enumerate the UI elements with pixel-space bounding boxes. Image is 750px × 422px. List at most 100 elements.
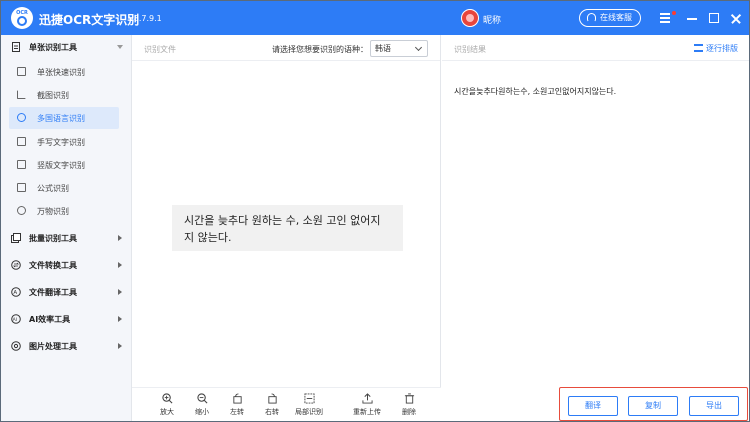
- sidebar-item-object[interactable]: 万物识别: [9, 200, 119, 222]
- result-text: 시간을늦추다원하는수, 소원고인없어지지않는다.: [454, 87, 617, 96]
- sidebar-group-label: 图片处理工具: [29, 342, 77, 351]
- preview-text: 시간을 늦추다 원하는 수, 소원 고인 없어지 지 않는다.: [184, 214, 381, 244]
- sidebar: 单张识别工具 单张快速识别 截图识别 多国语言识别 手写文字识别 竖版文字识别 …: [1, 35, 132, 421]
- sidebar-group-single[interactable]: 单张识别工具: [1, 35, 132, 59]
- source-panel: 识别文件 请选择您想要识别的语种： 韩语 시간을 늦추다 원하는 수, 소원 고…: [132, 35, 441, 421]
- result-panel: 识别结果 逐行排版 시간을늦추다원하는수, 소원고인없어지지않는다. 翻译 复制…: [442, 35, 749, 421]
- upload-icon: [361, 393, 373, 404]
- source-panel-title: 识别文件: [144, 45, 176, 54]
- scan-area-icon: [303, 393, 315, 404]
- vertical-text-icon: [17, 160, 26, 169]
- zoom-out-icon: [196, 393, 207, 404]
- sidebar-item-label: 多国语言识别: [37, 114, 85, 123]
- chevron-right-icon: [118, 343, 122, 349]
- line-layout-button[interactable]: 逐行排版: [694, 43, 738, 54]
- convert-icon: [11, 260, 21, 270]
- delete-button[interactable]: 删除: [394, 393, 424, 421]
- sidebar-group-label: 文件转换工具: [29, 261, 77, 270]
- rotate-left-icon: [232, 393, 242, 404]
- minimize-button[interactable]: [683, 9, 701, 27]
- sidebar-group-translate[interactable]: A 文件翻译工具: [1, 280, 132, 304]
- result-panel-title: 识别结果: [454, 45, 486, 54]
- sidebar-group-image[interactable]: 图片处理工具: [1, 334, 132, 358]
- headset-icon: [587, 13, 596, 22]
- file-icon: [12, 42, 20, 52]
- zoom-in-button[interactable]: 放大: [152, 393, 182, 421]
- maximize-button[interactable]: [705, 9, 723, 27]
- app-logo-icon: OCR: [11, 7, 33, 29]
- batch-icon: [11, 233, 21, 243]
- sidebar-group-label: 文件翻译工具: [29, 288, 77, 297]
- sidebar-item-label: 公式识别: [37, 184, 69, 193]
- online-support-label: 在线客服: [600, 13, 632, 22]
- zoom-in-icon: [161, 393, 172, 404]
- language-prompt: 请选择您想要识别的语种：: [272, 45, 368, 54]
- sidebar-group-batch[interactable]: 批量识别工具: [1, 226, 132, 250]
- line-layout-label: 逐行排版: [706, 44, 738, 53]
- title-bar: OCR 迅捷OCR文字识别 v8.7.9.1 昵称 在线客服: [1, 1, 749, 35]
- sidebar-item-label: 竖版文字识别: [37, 161, 85, 170]
- language-selected: 韩语: [375, 44, 391, 53]
- translate-button[interactable]: 翻译: [568, 396, 618, 416]
- username[interactable]: 昵称: [483, 13, 501, 26]
- layout-grid-icon: [694, 44, 703, 52]
- sidebar-item-formula[interactable]: 公式识别: [9, 177, 119, 199]
- export-button[interactable]: 导出: [689, 396, 739, 416]
- tool-label: 删除: [402, 408, 416, 416]
- notification-dot: [672, 11, 676, 15]
- sidebar-item-quick[interactable]: 单张快速识别: [9, 61, 119, 83]
- app-version: v8.7.9.1: [129, 14, 162, 23]
- partial-ocr-button[interactable]: 局部识别: [294, 393, 324, 421]
- chevron-right-icon: [118, 289, 122, 295]
- svg-text:AI: AI: [13, 317, 17, 323]
- action-button-group: 翻译 复制 导出: [559, 387, 748, 421]
- sidebar-item-label: 手写文字识别: [37, 138, 85, 147]
- user-avatar[interactable]: [461, 9, 479, 27]
- rotate-right-icon: [267, 393, 277, 404]
- sidebar-group-ai[interactable]: AI AI效率工具: [1, 307, 132, 331]
- rotate-right-button[interactable]: 右转: [257, 393, 287, 421]
- svg-text:A: A: [13, 290, 17, 296]
- menu-button[interactable]: [657, 9, 676, 27]
- flower-icon: [17, 206, 26, 215]
- tool-label: 局部识别: [295, 408, 323, 416]
- chevron-right-icon: [118, 316, 122, 322]
- globe-icon: [17, 113, 26, 122]
- sidebar-group-label: 单张识别工具: [29, 43, 77, 52]
- translate-icon: A: [11, 287, 21, 297]
- source-panel-header: 识别文件 请选择您想要识别的语种： 韩语: [132, 35, 440, 61]
- sidebar-item-label: 截图识别: [37, 91, 69, 100]
- chevron-down-icon: [117, 45, 123, 49]
- image-toolbar: 放大 缩小 左转 右转 局部识别 重新上传 删除: [132, 387, 441, 421]
- tool-label: 放大: [160, 408, 174, 416]
- online-support-button[interactable]: 在线客服: [579, 9, 641, 27]
- app-title: 迅捷OCR文字识别: [39, 13, 140, 27]
- sidebar-item-vertical[interactable]: 竖版文字识别: [9, 154, 119, 176]
- image-preview: 시간을 늦추다 원하는 수, 소원 고인 없어지 지 않는다.: [172, 205, 403, 251]
- crop-icon: [17, 90, 26, 99]
- app-window: OCR 迅捷OCR文字识别 v8.7.9.1 昵称 在线客服 单张识别工具 单张…: [0, 0, 750, 422]
- tool-label: 缩小: [195, 408, 209, 416]
- image-icon: [17, 67, 26, 76]
- sidebar-group-label: 批量识别工具: [29, 234, 77, 243]
- copy-button[interactable]: 复制: [628, 396, 678, 416]
- result-textarea[interactable]: 시간을늦추다원하는수, 소원고인없어지지않는다.: [454, 85, 654, 98]
- reupload-button[interactable]: 重新上传: [352, 393, 382, 421]
- tool-label: 右转: [265, 408, 279, 416]
- sidebar-item-label: 单张快速识别: [37, 68, 85, 77]
- chevron-right-icon: [118, 262, 122, 268]
- formula-icon: [17, 183, 26, 192]
- result-panel-header: 识别结果 逐行排版: [442, 35, 749, 61]
- language-select[interactable]: 韩语: [370, 40, 428, 57]
- sidebar-item-screenshot[interactable]: 截图识别: [9, 84, 119, 106]
- ai-icon: AI: [11, 314, 21, 324]
- sidebar-item-multilang[interactable]: 多国语言识别: [9, 107, 119, 129]
- tool-label: 左转: [230, 408, 244, 416]
- chevron-right-icon: [118, 235, 122, 241]
- sidebar-group-convert[interactable]: 文件转换工具: [1, 253, 132, 277]
- sidebar-item-handwriting[interactable]: 手写文字识别: [9, 131, 119, 153]
- rotate-left-button[interactable]: 左转: [222, 393, 252, 421]
- image-process-icon: [11, 341, 21, 351]
- close-button[interactable]: [727, 9, 745, 27]
- zoom-out-button[interactable]: 缩小: [187, 393, 217, 421]
